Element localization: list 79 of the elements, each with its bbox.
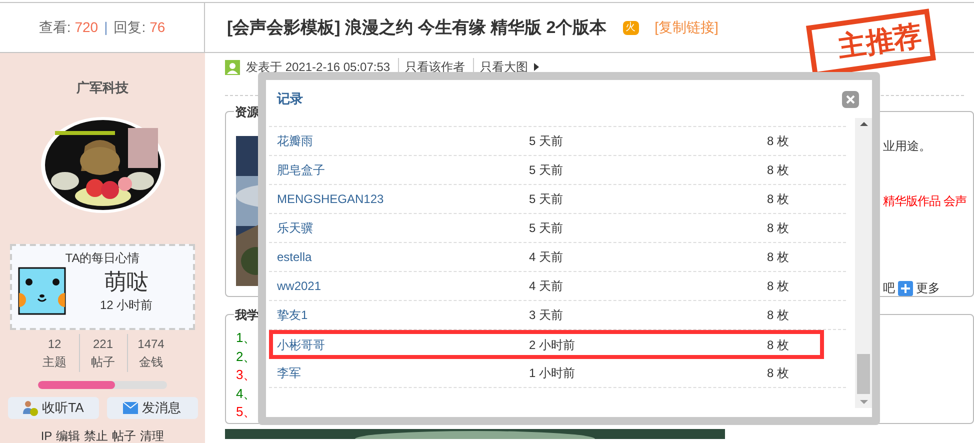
record-time: 5 天前 (529, 133, 564, 150)
record-row[interactable]: 乐天骥 5 天前 8 枚 (269, 214, 846, 243)
box-legend: 资源 (234, 103, 260, 121)
record-row[interactable]: 肥皂盒子 5 天前 8 枚 (269, 156, 846, 185)
record-row[interactable]: ww2021 4 天前 8 枚 (269, 272, 846, 301)
replies-label: 回复: (114, 18, 146, 37)
record-time: 3 天前 (529, 307, 564, 324)
coin-count: 8 枚 (767, 365, 790, 382)
replies-count: 76 (150, 18, 166, 37)
coin-count: 8 枚 (767, 307, 790, 324)
message-button[interactable]: 发消息 (106, 397, 198, 419)
user-name[interactable]: 肥皂盒子 (269, 161, 529, 179)
notice-line: 3、 (236, 366, 256, 384)
notice-line: 5、 (236, 403, 256, 421)
bear-face-icon (18, 266, 66, 314)
separator: | (104, 18, 108, 37)
admin-link[interactable]: 禁止 (84, 427, 108, 443)
admin-link[interactable]: 编辑 (56, 427, 80, 443)
user-name[interactable]: MENGSHEGAN123 (269, 190, 529, 208)
close-button[interactable] (842, 90, 859, 108)
record-time: 5 天前 (529, 220, 564, 237)
coin-count: 8 枚 (767, 162, 790, 179)
notice-line: 4、 (236, 384, 256, 402)
post-text: 业用途。 (883, 138, 931, 155)
notice-line: 1、 (236, 329, 256, 347)
coin-count: 8 枚 (767, 336, 790, 354)
record-time: 2 小时前 (529, 336, 576, 354)
more-link[interactable]: 更多 (916, 279, 940, 296)
stat-value[interactable]: 1474 (138, 335, 164, 354)
user-name[interactable]: 挚友1 (269, 306, 529, 324)
post-date: 发表于 2021-2-16 05:07:53 (246, 59, 390, 76)
record-time: 4 天前 (529, 249, 564, 266)
user-name[interactable]: ww2021 (269, 277, 529, 295)
stat-label: 帖子 (91, 354, 115, 372)
views-label: 查看: (38, 18, 71, 37)
envelope-icon (123, 402, 138, 414)
user-icon (225, 60, 240, 74)
record-row[interactable]: estella 4 天前 8 枚 (269, 243, 846, 272)
admin-link[interactable]: 清理 (140, 427, 164, 443)
record-row[interactable]: 李军 1 小时前 8 枚 (269, 359, 846, 388)
record-row[interactable]: 小彬哥哥 2 小时前 8 枚 (269, 330, 824, 359)
record-row[interactable]: 花瓣雨 5 天前 8 枚 (269, 127, 846, 156)
hot-badge: 火 (622, 20, 639, 34)
user-name[interactable]: 李军 (269, 364, 529, 382)
person-plus-icon (22, 400, 38, 416)
mood-title: TA的每日心情 (65, 250, 140, 266)
stat-label: 金钱 (139, 354, 163, 372)
share-label[interactable]: 吧 (883, 279, 895, 296)
user-name[interactable]: 花瓣雨 (269, 132, 529, 150)
follow-button[interactable]: 收听TA (8, 397, 98, 419)
stat-label: 主题 (42, 354, 66, 372)
coin-count: 8 枚 (767, 220, 790, 237)
plus-icon (898, 280, 913, 296)
post-text: 精华版作品 会声 (883, 193, 966, 210)
admin-link[interactable]: 帖子 (112, 427, 136, 443)
notice-line: 2、 (236, 348, 256, 366)
record-time: 5 天前 (529, 162, 564, 179)
stat-value[interactable]: 12 (48, 335, 62, 354)
coin-count: 8 枚 (767, 133, 790, 150)
coin-count: 8 枚 (767, 278, 790, 295)
user-name[interactable]: 小彬哥哥 (273, 336, 529, 354)
coin-count: 8 枚 (767, 191, 790, 208)
coin-count: 8 枚 (767, 249, 790, 266)
record-time: 5 天前 (529, 191, 564, 208)
thread-title: [会声会影模板] 浪漫之约 今生有缘 精华版 2个版本 (227, 16, 607, 39)
record-row[interactable]: MENGSHEGAN123 5 天前 8 枚 (269, 185, 846, 214)
mood-text: 萌哒 (104, 268, 148, 296)
stat-value[interactable]: 221 (92, 335, 114, 354)
record-time: 1 小时前 (529, 365, 576, 382)
admin-link[interactable]: IP (40, 427, 52, 443)
record-row[interactable]: 挚友1 3 天前 8 枚 (269, 301, 846, 330)
views-count: 720 (74, 18, 98, 37)
dialog-title: 记录 (277, 90, 303, 108)
user-name[interactable]: 乐天骥 (269, 219, 529, 237)
user-name[interactable]: estella (269, 248, 529, 266)
mood-time: 12 小时前 (100, 296, 153, 314)
record-time: 4 天前 (529, 278, 564, 295)
author-name[interactable]: 广军科技 (76, 78, 128, 98)
close-icon (846, 94, 855, 104)
